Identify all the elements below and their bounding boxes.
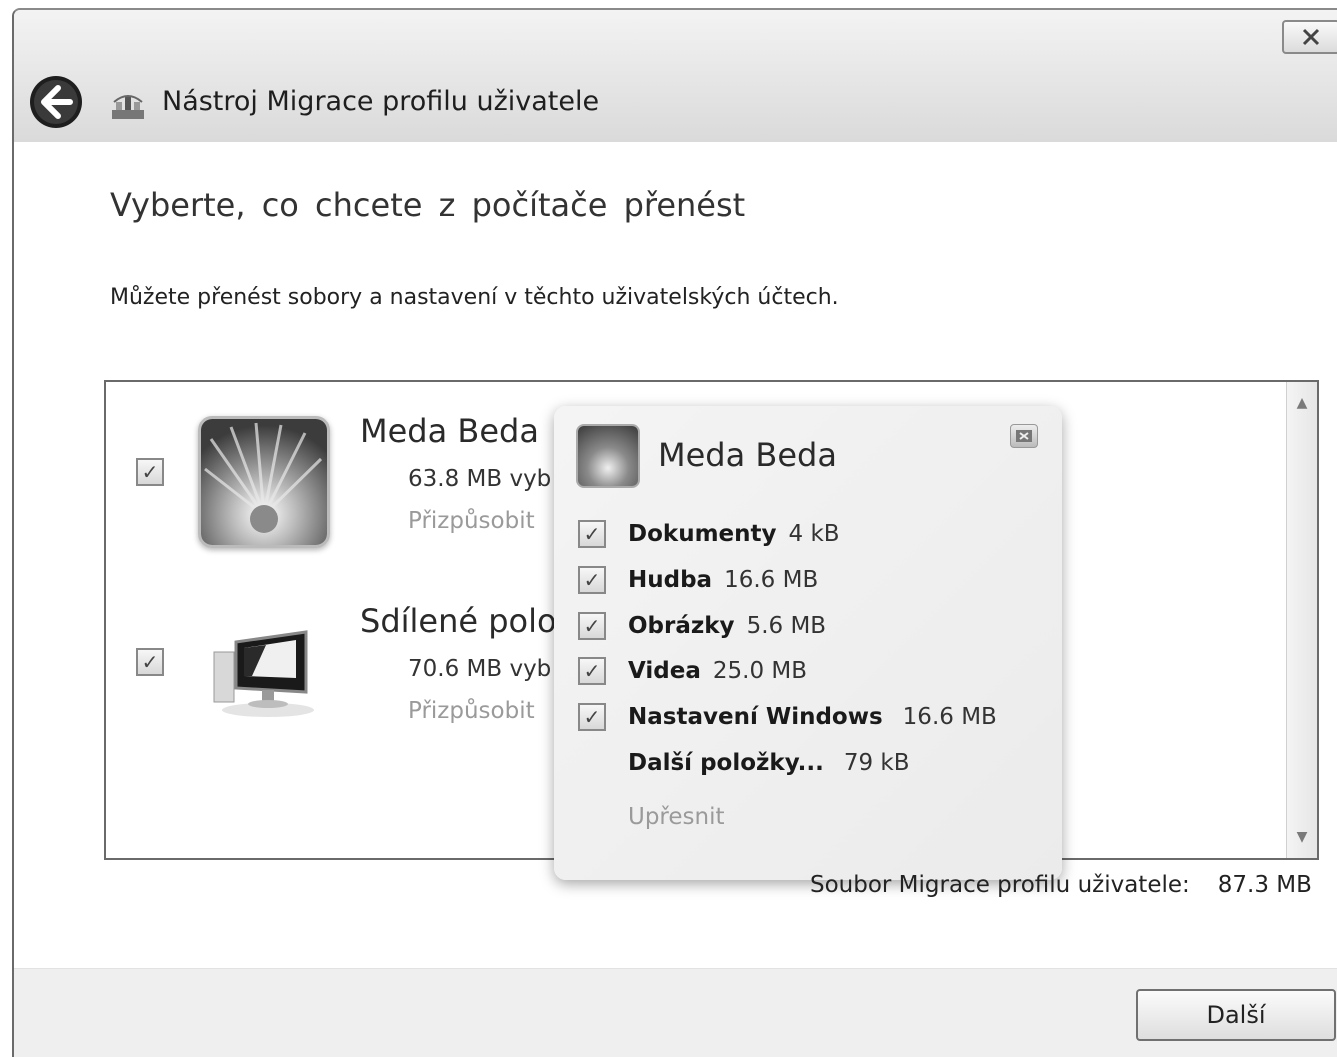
command-bar: Další (14, 968, 1337, 1057)
close-icon (1302, 28, 1320, 46)
item-checkbox[interactable]: ✓ (578, 657, 606, 685)
item-size: 16.6 MB (902, 704, 997, 730)
checkmark: ✓ (583, 614, 601, 638)
checkmark: ✓ (141, 460, 159, 484)
item-checkbox[interactable]: ✓ (578, 612, 606, 640)
user-avatar-flower-icon (576, 424, 640, 488)
flyout-item-videos[interactable]: ✓ Videa 25.0 MB (578, 653, 807, 689)
customize-flyout: Meda Beda ✓ Dokumenty 4 kB ✓ Hudba 16.6 … (554, 406, 1062, 880)
title-bar: Nástroj Migrace profilu uživatele (14, 10, 1337, 142)
account-name: Meda Beda (360, 412, 539, 450)
migration-file-size: Soubor Migrace profilu uživatele: 87.3 M… (810, 872, 1312, 898)
item-label: Videa (628, 658, 701, 684)
item-label: Dokumenty (628, 521, 777, 547)
flyout-item-pictures[interactable]: ✓ Obrázky 5.6 MB (578, 608, 826, 644)
item-label: Nastavení Windows (628, 704, 883, 730)
page-description: Můžete přenést sobory a nastavení v těch… (110, 285, 839, 310)
account-size: 70.6 MB vyb (408, 656, 552, 682)
item-checkbox[interactable]: ✓ (578, 566, 606, 594)
flyout-close-button[interactable] (1010, 424, 1038, 448)
item-label: Další položky... (628, 750, 824, 776)
account-name: Sdílené polož (360, 602, 574, 640)
item-size: 79 kB (843, 750, 910, 776)
user-avatar-flower-icon (198, 416, 330, 548)
scrollbar[interactable]: ▲ ▼ (1286, 382, 1317, 858)
back-button[interactable] (28, 74, 84, 130)
checkmark: ✓ (583, 659, 601, 683)
flyout-item-documents[interactable]: ✓ Dokumenty 4 kB (578, 516, 840, 552)
checkmark: ✓ (141, 650, 159, 674)
checkmark: ✓ (583, 705, 601, 729)
scroll-up-icon[interactable]: ▲ (1287, 388, 1317, 418)
account-size: 63.8 MB vyb (408, 466, 552, 492)
flyout-item-music[interactable]: ✓ Hudba 16.6 MB (578, 562, 818, 598)
next-button[interactable]: Další (1136, 989, 1336, 1041)
close-icon (1016, 430, 1032, 442)
account-checkbox-meda-beda[interactable]: ✓ (136, 458, 164, 486)
file-size-label: Soubor Migrace profilu uživatele: (810, 872, 1190, 898)
page-heading: Vyberte, co chcete z počítače přenést (110, 186, 746, 224)
customize-link[interactable]: Přizpůsobit (408, 698, 535, 724)
computer-monitor-icon (210, 622, 322, 718)
advanced-link[interactable]: Upřesnit (628, 804, 725, 830)
flyout-other-items: Další položky... 79 kB (628, 745, 910, 781)
file-size-value: 87.3 MB (1217, 872, 1312, 898)
scroll-down-icon[interactable]: ▼ (1287, 822, 1317, 852)
migration-tool-icon (110, 90, 146, 122)
item-checkbox[interactable]: ✓ (578, 520, 606, 548)
back-arrow-icon (30, 76, 82, 128)
flyout-item-windows-settings[interactable]: ✓ Nastavení Windows 16.6 MB (578, 699, 997, 735)
item-size: 16.6 MB (724, 567, 819, 593)
window-title: Nástroj Migrace profilu uživatele (162, 86, 600, 117)
item-label: Obrázky (628, 613, 735, 639)
checkmark: ✓ (583, 522, 601, 546)
item-checkbox[interactable]: ✓ (578, 703, 606, 731)
item-size: 4 kB (788, 521, 840, 547)
customize-link[interactable]: Přizpůsobit (408, 508, 535, 534)
item-label: Hudba (628, 567, 713, 593)
checkmark: ✓ (583, 568, 601, 592)
item-size: 5.6 MB (746, 613, 827, 639)
account-checkbox-shared[interactable]: ✓ (136, 648, 164, 676)
item-size: 25.0 MB (712, 658, 808, 684)
flyout-account-name: Meda Beda (658, 436, 837, 474)
migration-wizard-window: Nástroj Migrace profilu uživatele Vybert… (12, 8, 1337, 1057)
close-button[interactable] (1282, 20, 1337, 54)
